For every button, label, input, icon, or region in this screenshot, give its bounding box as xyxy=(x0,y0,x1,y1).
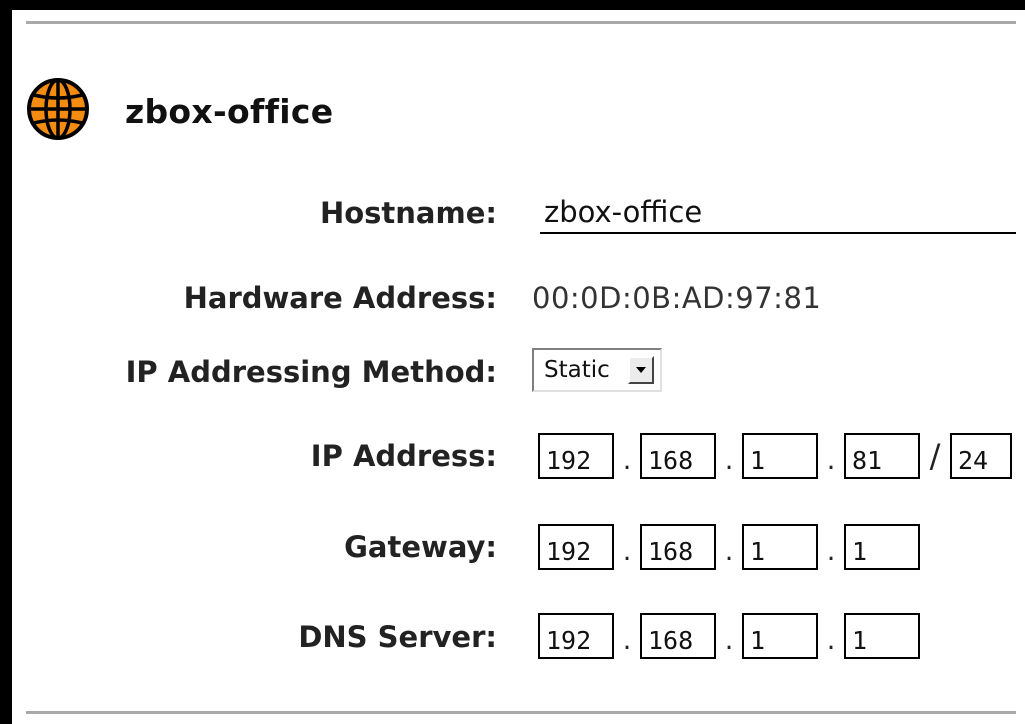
dns-octet-2[interactable] xyxy=(640,613,716,659)
dot-separator: . xyxy=(724,445,734,476)
dot-separator: . xyxy=(826,625,836,656)
ip-octet-3[interactable] xyxy=(742,433,818,479)
hardware-address-value: 00:0D:0B:AD:97:81 xyxy=(532,281,822,315)
ip-octet-2[interactable] xyxy=(640,433,716,479)
ip-prefix-length[interactable] xyxy=(950,433,1012,479)
gateway-octet-3[interactable] xyxy=(742,524,818,570)
ip-address-label: IP Address: xyxy=(310,439,497,473)
hardware-address-label: Hardware Address: xyxy=(183,281,497,315)
dot-separator: . xyxy=(724,625,734,656)
dot-separator: . xyxy=(622,625,632,656)
gateway-octet-4[interactable] xyxy=(844,524,920,570)
ip-method-selected-value: Static xyxy=(544,357,610,383)
gateway-octet-1[interactable] xyxy=(538,524,614,570)
bottom-divider xyxy=(26,711,1016,714)
dns-octet-3[interactable] xyxy=(742,613,818,659)
dns-server-label: DNS Server: xyxy=(298,620,497,654)
top-divider xyxy=(26,21,1016,24)
dot-separator: . xyxy=(724,536,734,567)
chevron-down-icon xyxy=(636,367,646,373)
globe-icon xyxy=(27,78,89,140)
ip-method-label: IP Addressing Method: xyxy=(125,355,497,389)
gateway-octet-2[interactable] xyxy=(640,524,716,570)
ip-method-select[interactable]: Static xyxy=(532,348,662,392)
hostname-label: Hostname: xyxy=(319,196,497,230)
window-frame-left xyxy=(0,0,12,724)
page-title: zbox-office xyxy=(125,92,334,131)
dot-separator: . xyxy=(826,445,836,476)
dns-octet-4[interactable] xyxy=(844,613,920,659)
header xyxy=(26,74,90,144)
hostname-input[interactable] xyxy=(540,192,1016,234)
dot-separator: . xyxy=(622,445,632,476)
dot-separator: . xyxy=(622,536,632,567)
gateway-label: Gateway: xyxy=(344,530,497,564)
dot-separator: . xyxy=(826,536,836,567)
dns-octet-1[interactable] xyxy=(538,613,614,659)
prefix-separator: / xyxy=(929,437,941,475)
ip-octet-4[interactable] xyxy=(844,433,920,479)
dropdown-button[interactable] xyxy=(628,356,654,384)
window-frame-top xyxy=(0,0,1025,10)
ip-octet-1[interactable] xyxy=(538,433,614,479)
